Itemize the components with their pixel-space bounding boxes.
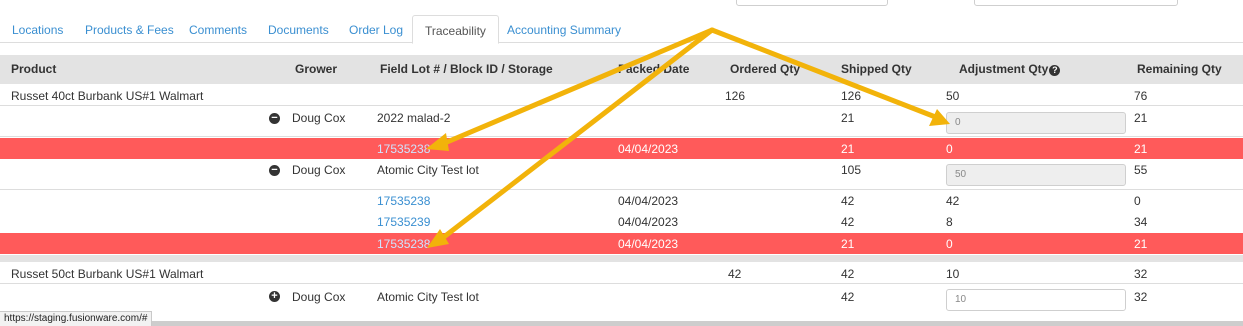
header-adjustment-qty: Adjustment Qty? bbox=[959, 55, 1061, 84]
header-product: Product bbox=[11, 62, 57, 76]
shipped-qty: 42 bbox=[841, 215, 855, 229]
shipped-qty: 105 bbox=[841, 163, 862, 177]
table-row-lot-highlighted: 17535238 04/04/2023 21 0 21 bbox=[0, 233, 1243, 254]
remaining-qty: 55 bbox=[1134, 163, 1148, 177]
remaining-qty: 21 bbox=[1134, 142, 1148, 156]
remaining-qty: 21 bbox=[1134, 111, 1148, 125]
adjustment-qty: 10 bbox=[946, 267, 960, 281]
table-row-grower: + Doug Cox Atomic City Test lot 42 10 32 bbox=[0, 285, 1243, 315]
shipped-qty: 42 bbox=[841, 290, 855, 304]
shipped-qty: 42 bbox=[841, 267, 855, 281]
adjustment-qty: 8 bbox=[946, 215, 953, 229]
packed-date: 04/04/2023 bbox=[618, 237, 679, 251]
minus-circle-icon[interactable]: − bbox=[269, 113, 280, 124]
remaining-qty: 34 bbox=[1134, 215, 1148, 229]
table-row-product: Russet 40ct Burbank US#1 Walmart 126 126… bbox=[0, 84, 1243, 106]
ordered-qty: 42 bbox=[728, 267, 742, 281]
shipped-qty: 21 bbox=[841, 111, 855, 125]
remaining-qty: 32 bbox=[1134, 290, 1148, 304]
remaining-qty: 0 bbox=[1134, 194, 1141, 208]
lot-link[interactable]: 17535238 bbox=[377, 237, 430, 251]
shipped-qty: 42 bbox=[841, 194, 855, 208]
adjustment-qty: 0 bbox=[946, 237, 953, 251]
adjustment-qty-input[interactable]: 10 bbox=[946, 289, 1126, 311]
product-name: Russet 50ct Burbank US#1 Walmart bbox=[11, 267, 204, 281]
field-lot: Atomic City Test lot bbox=[377, 290, 479, 304]
group-separator bbox=[0, 255, 1243, 262]
adjustment-qty: 42 bbox=[946, 194, 960, 208]
header-adjustment-qty-label: Adjustment Qty bbox=[959, 62, 1049, 76]
field-lot: 2022 malad-2 bbox=[377, 111, 451, 125]
header-ordered-qty: Ordered Qty bbox=[730, 62, 801, 76]
adjustment-qty: 0 bbox=[946, 142, 953, 156]
tab-locations[interactable]: Locations bbox=[0, 15, 75, 43]
adjustment-qty: 50 bbox=[946, 89, 960, 103]
packed-date: 04/04/2023 bbox=[618, 215, 679, 229]
ordered-qty: 126 bbox=[725, 89, 746, 103]
table-row-lot: 17535238 04/04/2023 42 42 0 bbox=[0, 191, 1243, 211]
lot-link[interactable]: 17535238 bbox=[377, 194, 430, 208]
grower-name: Doug Cox bbox=[292, 111, 346, 125]
tab-documents[interactable]: Documents bbox=[256, 15, 341, 43]
adjustment-qty-input[interactable]: 0 bbox=[946, 112, 1126, 134]
header-shipped-qty: Shipped Qty bbox=[841, 62, 912, 76]
tab-bar: Locations Products & Fees Comments Docum… bbox=[0, 0, 1243, 44]
minus-circle-icon[interactable]: − bbox=[269, 165, 280, 176]
remaining-qty: 32 bbox=[1134, 267, 1148, 281]
grower-name: Doug Cox bbox=[292, 290, 346, 304]
remaining-qty: 21 bbox=[1134, 237, 1148, 251]
lot-link[interactable]: 17535239 bbox=[377, 215, 430, 229]
table-row-lot-highlighted: 17535238 04/04/2023 21 0 21 bbox=[0, 138, 1243, 159]
header-remaining-qty: Remaining Qty bbox=[1137, 62, 1222, 76]
header-field-lot: Field Lot # / Block ID / Storage bbox=[380, 62, 553, 76]
field-lot: Atomic City Test lot bbox=[377, 163, 479, 177]
tab-traceability[interactable]: Traceability bbox=[412, 15, 499, 44]
table-row-product: Russet 50ct Burbank US#1 Walmart 42 42 1… bbox=[0, 262, 1243, 284]
horizontal-scrollbar[interactable] bbox=[0, 321, 1243, 326]
header-packed-date: Packed Date bbox=[618, 62, 690, 76]
question-circle-icon[interactable]: ? bbox=[1049, 65, 1061, 76]
grower-name: Doug Cox bbox=[292, 163, 346, 177]
table-row-grower: − Doug Cox 2022 malad-2 21 0 21 bbox=[0, 106, 1243, 137]
shipped-qty: 21 bbox=[841, 237, 855, 251]
plus-circle-icon[interactable]: + bbox=[269, 291, 280, 302]
shipped-qty: 126 bbox=[841, 89, 862, 103]
remaining-qty: 76 bbox=[1134, 89, 1148, 103]
lot-link[interactable]: 17535238 bbox=[377, 142, 430, 156]
table-row-lot: 17535239 04/04/2023 42 8 34 bbox=[0, 212, 1243, 232]
table-header: Product Grower Field Lot # / Block ID / … bbox=[0, 55, 1243, 84]
product-name: Russet 40ct Burbank US#1 Walmart bbox=[11, 89, 204, 103]
shipped-qty: 21 bbox=[841, 142, 855, 156]
tab-order-log[interactable]: Order Log bbox=[337, 15, 415, 43]
tab-products-fees[interactable]: Products & Fees bbox=[73, 15, 186, 43]
header-grower: Grower bbox=[295, 62, 338, 76]
packed-date: 04/04/2023 bbox=[618, 194, 679, 208]
tab-comments[interactable]: Comments bbox=[177, 15, 259, 43]
tab-accounting-summary[interactable]: Accounting Summary bbox=[495, 15, 633, 43]
table-row-grower: − Doug Cox Atomic City Test lot 105 50 5… bbox=[0, 160, 1243, 190]
packed-date: 04/04/2023 bbox=[618, 142, 679, 156]
adjustment-qty-input[interactable]: 50 bbox=[946, 164, 1126, 186]
status-url: https://staging.fusionware.com/# bbox=[0, 311, 153, 326]
